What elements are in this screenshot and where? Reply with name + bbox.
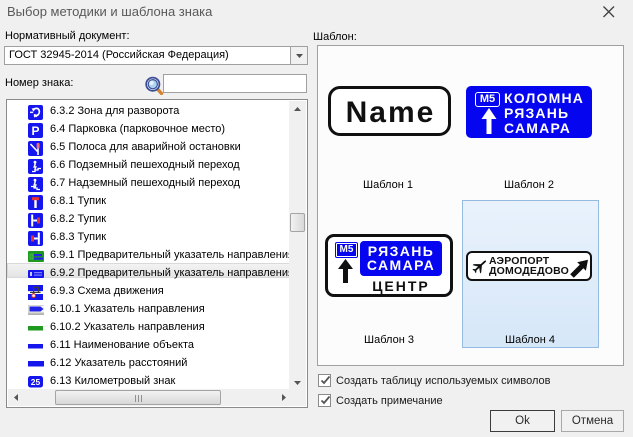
- svg-text:25: 25: [31, 377, 41, 387]
- svg-text:P: P: [31, 124, 39, 138]
